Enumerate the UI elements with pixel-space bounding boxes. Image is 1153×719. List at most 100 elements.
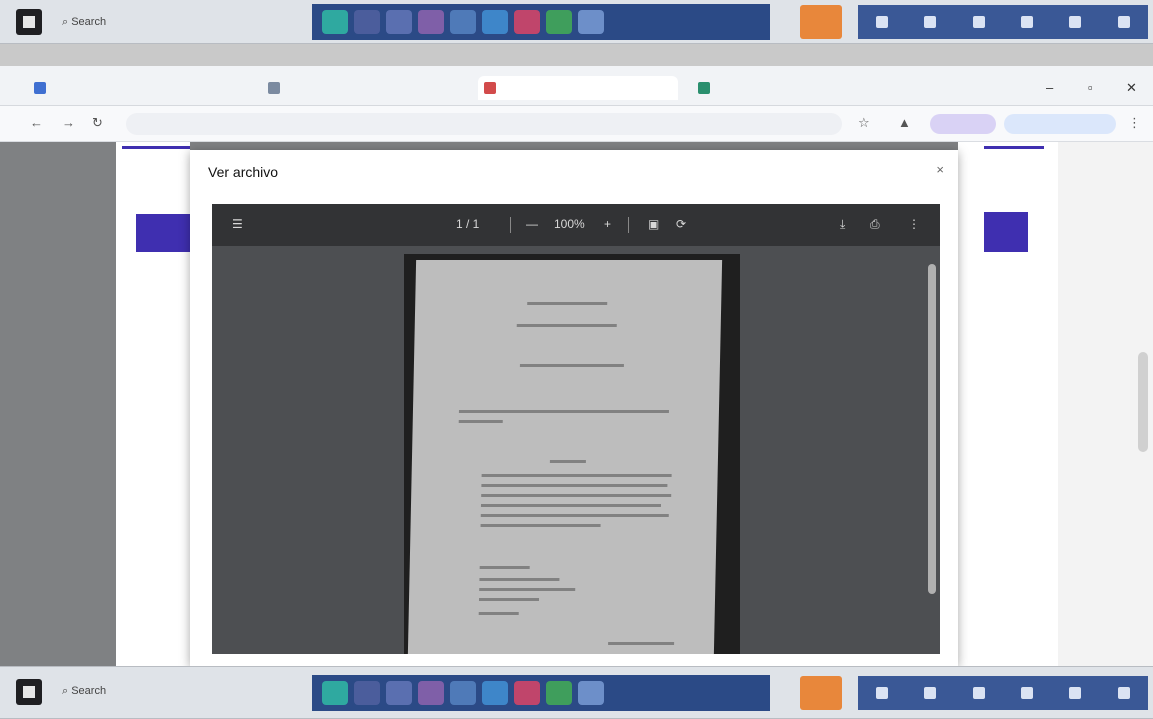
app-icon[interactable] bbox=[546, 681, 572, 705]
sync-chip[interactable] bbox=[1004, 114, 1116, 134]
browser-tab[interactable] bbox=[28, 76, 238, 100]
document-text-line bbox=[479, 578, 560, 581]
maximize-icon[interactable]: ▫ bbox=[1088, 80, 1093, 95]
viewer-scrollbar[interactable] bbox=[928, 264, 936, 594]
volume-icon[interactable] bbox=[924, 687, 937, 699]
tray-icon[interactable] bbox=[1069, 16, 1082, 28]
tab-favicon-icon bbox=[484, 82, 496, 94]
zoom-out-button[interactable]: — bbox=[526, 217, 538, 231]
document-text-line bbox=[480, 524, 601, 527]
notification-icon[interactable] bbox=[1117, 16, 1130, 28]
back-icon[interactable]: ← bbox=[30, 115, 43, 130]
app-icon[interactable] bbox=[800, 5, 842, 39]
primary-button[interactable] bbox=[136, 214, 190, 252]
app-icon[interactable] bbox=[514, 681, 540, 705]
forward-icon[interactable]: → bbox=[62, 115, 75, 130]
pdf-viewer: ☰ 1 / 1 — 100% + ▣ ⟳ ⤓ ⎙ ⋮ bbox=[212, 204, 940, 654]
tray-icon[interactable] bbox=[1069, 687, 1082, 699]
reload-icon[interactable]: ↻ bbox=[92, 115, 103, 131]
app-icon[interactable] bbox=[546, 10, 572, 34]
app-icon[interactable] bbox=[482, 681, 508, 705]
document-text-line bbox=[527, 302, 608, 305]
tray-icon[interactable] bbox=[1021, 16, 1034, 28]
app-icon[interactable] bbox=[450, 10, 476, 34]
battery-icon[interactable] bbox=[972, 16, 985, 28]
taskbar-search[interactable]: ⌕ Search bbox=[62, 11, 242, 33]
bookmark-icon[interactable]: ☆ bbox=[858, 115, 870, 131]
document-text-line bbox=[480, 514, 669, 517]
taskbar-app-strip bbox=[312, 675, 770, 711]
system-tray bbox=[858, 5, 1148, 39]
browser-tab-bar: – ▫ ✕ bbox=[0, 66, 1153, 106]
document-text-line bbox=[481, 494, 672, 497]
url-field[interactable] bbox=[126, 113, 842, 135]
tab-favicon-icon bbox=[698, 82, 710, 94]
app-icon[interactable] bbox=[418, 10, 444, 34]
app-icon[interactable] bbox=[354, 681, 380, 705]
download-icon[interactable]: ⤓ bbox=[840, 217, 845, 232]
app-icon[interactable] bbox=[482, 10, 508, 34]
app-icon[interactable] bbox=[322, 10, 348, 34]
document-page bbox=[407, 260, 723, 654]
zoom-in-button[interactable]: + bbox=[604, 217, 611, 231]
taskbar-search[interactable]: ⌕ Search bbox=[62, 680, 242, 702]
document-text-line bbox=[458, 410, 669, 413]
accent-bar bbox=[984, 146, 1044, 149]
app-icon[interactable] bbox=[322, 681, 348, 705]
close-window-icon[interactable]: ✕ bbox=[1126, 80, 1137, 96]
tab-favicon-icon bbox=[34, 82, 46, 94]
app-icon[interactable] bbox=[800, 676, 842, 710]
document-text-line bbox=[481, 474, 672, 477]
tab-favicon-icon bbox=[268, 82, 280, 94]
rotate-icon[interactable]: ⟳ bbox=[676, 217, 686, 231]
document-text-line bbox=[478, 598, 540, 601]
taskbar-top: ⌕ Search bbox=[0, 0, 1153, 44]
battery-icon[interactable] bbox=[972, 687, 985, 699]
document-text-line bbox=[480, 504, 662, 507]
modal-title: Ver archivo bbox=[208, 164, 279, 180]
accent-bar bbox=[122, 146, 190, 149]
fit-page-icon[interactable]: ▣ bbox=[648, 217, 659, 231]
document-text-line bbox=[479, 566, 530, 569]
app-icon[interactable] bbox=[514, 10, 540, 34]
view-file-modal: Ver archivo × ☰ 1 / 1 — 100% + ▣ ⟳ ⤓ ⎙ ⋮ bbox=[190, 150, 958, 666]
browser-menu-icon[interactable]: ⋮ bbox=[1128, 115, 1141, 131]
app-icon[interactable] bbox=[418, 681, 444, 705]
taskbar-bottom: ⌕ Search bbox=[0, 666, 1153, 719]
primary-button[interactable] bbox=[984, 212, 1028, 252]
app-icon[interactable] bbox=[578, 681, 604, 705]
minimize-icon[interactable]: – bbox=[1046, 80, 1053, 95]
document-text-line bbox=[458, 420, 503, 423]
browser-tab[interactable] bbox=[262, 76, 462, 100]
start-button[interactable] bbox=[16, 679, 42, 705]
search-icon: ⌕ bbox=[62, 685, 72, 697]
app-icon[interactable] bbox=[578, 10, 604, 34]
network-icon[interactable] bbox=[876, 687, 889, 699]
app-icon[interactable] bbox=[386, 10, 412, 34]
start-button[interactable] bbox=[16, 9, 42, 35]
close-icon[interactable]: × bbox=[936, 162, 944, 177]
browser-tab[interactable] bbox=[692, 76, 902, 100]
search-icon: ⌕ bbox=[62, 16, 72, 28]
notification-icon[interactable] bbox=[1117, 687, 1130, 699]
document-text-line bbox=[519, 364, 624, 367]
tray-icon[interactable] bbox=[1021, 687, 1034, 699]
network-icon[interactable] bbox=[876, 16, 889, 28]
browser-address-bar: ← → ↻ ☆ ▲ ⋮ bbox=[0, 106, 1153, 142]
app-icon[interactable] bbox=[386, 681, 412, 705]
menu-icon[interactable]: ☰ bbox=[232, 217, 243, 231]
app-icon[interactable] bbox=[354, 10, 380, 34]
toolbar-divider bbox=[510, 217, 511, 233]
page-scrollbar[interactable] bbox=[1138, 352, 1148, 452]
toolbar-divider bbox=[628, 217, 629, 233]
system-tray bbox=[858, 676, 1148, 710]
browser-tab-active[interactable] bbox=[478, 76, 678, 100]
print-icon[interactable]: ⎙ bbox=[870, 217, 880, 232]
volume-icon[interactable] bbox=[924, 16, 937, 28]
app-icon[interactable] bbox=[450, 681, 476, 705]
zoom-level[interactable]: 100% bbox=[554, 217, 585, 231]
profile-chip[interactable] bbox=[930, 114, 996, 134]
more-icon[interactable]: ⋮ bbox=[908, 217, 920, 231]
extension-icon[interactable]: ▲ bbox=[898, 115, 911, 130]
viewer-toolbar: ☰ 1 / 1 — 100% + ▣ ⟳ ⤓ ⎙ ⋮ bbox=[212, 204, 940, 246]
